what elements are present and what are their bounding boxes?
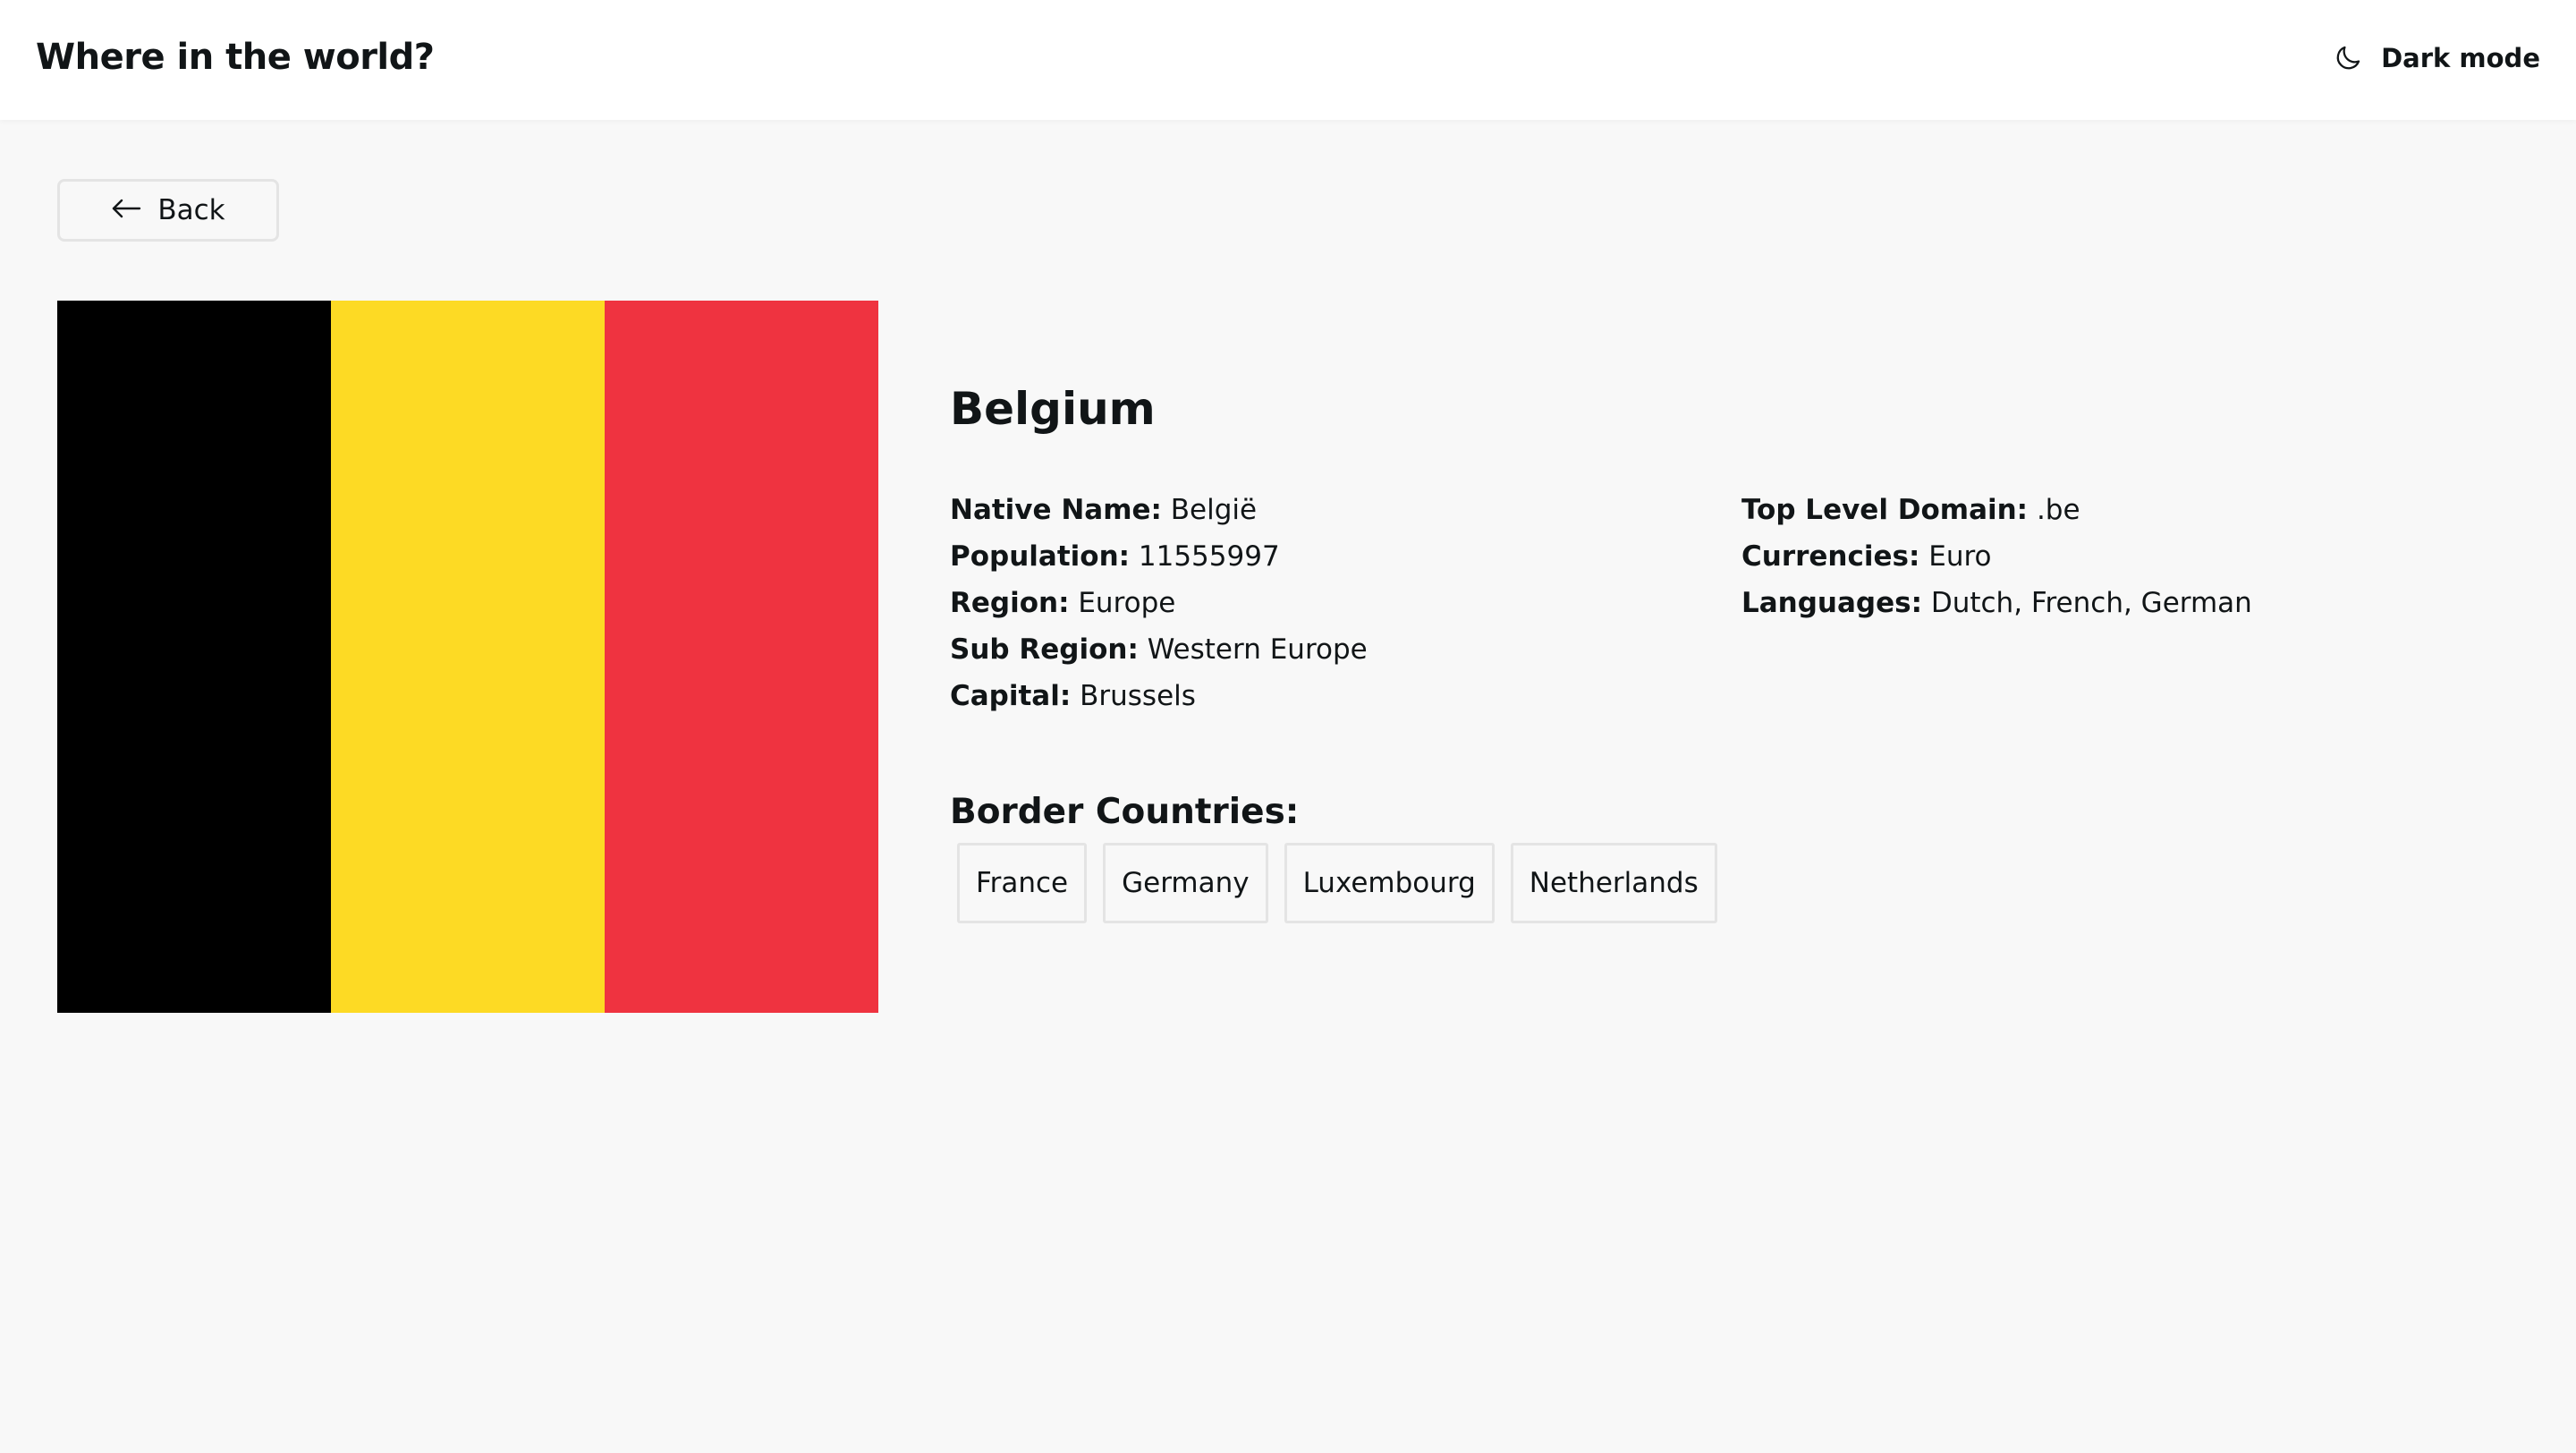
border-country-france[interactable]: France [957,843,1088,923]
flag-stripe-black [57,301,331,1013]
moon-icon [2333,43,2363,73]
border-country-luxembourg[interactable]: Luxembourg [1284,843,1495,923]
back-label: Back [157,193,225,226]
arrow-left-icon [111,198,141,223]
detail-capital: Capital: Brussels [950,673,1368,719]
border-country-germany[interactable]: Germany [1103,843,1268,923]
detail-currencies: Currencies: Euro [1741,533,2252,580]
detail-region: Region: Europe [950,580,1368,626]
detail-value: 11555997 [1138,540,1280,573]
country-flag [57,301,878,1013]
detail-value: Europe [1078,587,1176,619]
detail-label: Currencies: [1741,540,1920,573]
back-button[interactable]: Back [57,179,279,242]
detail-value: .be [2036,494,2080,526]
detail-population: Population: 11555997 [950,533,1368,580]
country-details-secondary: Top Level Domain: .be Currencies: Euro L… [1741,487,2252,626]
detail-label: Native Name: [950,494,1162,526]
detail-value: Dutch, French, German [1930,587,2252,619]
border-countries-list: France Germany Luxembourg Netherlands [957,843,1717,923]
detail-value: Euro [1928,540,1992,573]
detail-value: Brussels [1080,680,1196,712]
detail-native-name: Native Name: België [950,487,1368,533]
detail-top-level-domain: Top Level Domain: .be [1741,487,2252,533]
border-country-netherlands[interactable]: Netherlands [1510,843,1717,923]
detail-label: Languages: [1741,587,1922,619]
dark-mode-label: Dark mode [2381,42,2540,73]
detail-value: Western Europe [1147,633,1368,666]
top-header: Where in the world? Dark mode [0,0,2576,120]
detail-label: Sub Region: [950,633,1139,666]
flag-stripe-red [605,301,878,1013]
border-countries-title: Border Countries: [950,792,1300,832]
detail-label: Top Level Domain: [1741,494,2029,526]
country-name: Belgium [950,383,1156,435]
detail-label: Region: [950,587,1070,619]
flag-stripe-yellow [331,301,605,1013]
detail-sub-region: Sub Region: Western Europe [950,626,1368,673]
detail-label: Capital: [950,680,1072,712]
detail-languages: Languages: Dutch, French, German [1741,580,2252,626]
detail-value: België [1170,494,1258,526]
app-title: Where in the world? [36,37,435,78]
dark-mode-toggle[interactable]: Dark mode [2333,43,2540,73]
detail-label: Population: [950,540,1131,573]
country-details-primary: Native Name: België Population: 11555997… [950,487,1368,719]
